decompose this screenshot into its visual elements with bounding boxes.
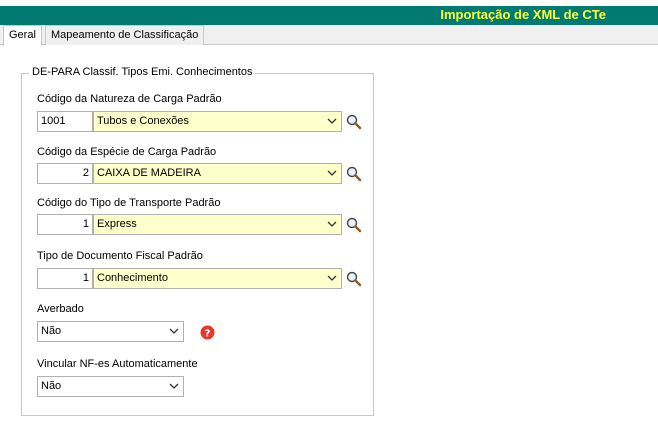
especie-combo-value: CAIXA DE MADEIRA (97, 167, 201, 179)
especie-code-input[interactable]: 2 (37, 163, 93, 184)
magnifier-icon[interactable] (345, 165, 362, 182)
chevron-down-icon[interactable] (327, 168, 337, 178)
tab-mapeamento-classificacao[interactable]: Mapeamento de Classificação (45, 25, 205, 45)
tab-content: DE-PARA Classif. Tipos Emi. Conhecimento… (0, 45, 658, 448)
chevron-down-icon[interactable] (169, 381, 179, 391)
natureza-code-input[interactable]: 1001 (37, 111, 93, 132)
tab-geral[interactable]: Geral (3, 25, 42, 46)
window-title: Importação de XML de CTe (440, 7, 606, 22)
transporte-label: Código do Tipo de Transporte Padrão (37, 197, 221, 209)
magnifier-icon[interactable] (345, 113, 362, 130)
magnifier-icon[interactable] (345, 216, 362, 233)
natureza-label: Código da Natureza de Carga Padrão (37, 93, 222, 105)
chevron-down-icon[interactable] (327, 219, 337, 229)
vincular-select-value: Não (41, 380, 62, 392)
group-legend: DE-PARA Classif. Tipos Emi. Conhecimento… (29, 66, 256, 78)
documento-label: Tipo de Documento Fiscal Padrão (37, 250, 203, 262)
vincular-label: Vincular NF-es Automaticamente (37, 358, 198, 370)
documento-combo[interactable]: Conhecimento (93, 268, 342, 289)
title-bar: Importação de XML de CTe (0, 6, 658, 25)
question-icon[interactable]: ? (200, 325, 215, 340)
transporte-code-input[interactable]: 1 (37, 214, 93, 235)
chevron-down-icon[interactable] (327, 273, 337, 283)
especie-label: Código da Espécie de Carga Padrão (37, 146, 217, 158)
averbado-select[interactable]: Não (37, 321, 184, 342)
averbado-label: Averbado (37, 303, 84, 315)
transporte-combo-value: Express (97, 218, 137, 230)
natureza-combo-value: Tubos e Conexões (97, 115, 189, 127)
transporte-combo[interactable]: Express (93, 214, 342, 235)
tab-bar: Geral Mapeamento de Classificação (0, 25, 658, 46)
especie-combo[interactable]: CAIXA DE MADEIRA (93, 163, 342, 184)
vincular-select[interactable]: Não (37, 376, 184, 397)
documento-code-input[interactable]: 1 (37, 268, 93, 289)
magnifier-icon[interactable] (345, 270, 362, 287)
averbado-select-value: Não (41, 325, 62, 337)
natureza-combo[interactable]: Tubos e Conexões (93, 111, 342, 132)
documento-combo-value: Conhecimento (97, 272, 168, 284)
svg-text:?: ? (205, 328, 211, 339)
chevron-down-icon[interactable] (169, 326, 179, 336)
chevron-down-icon[interactable] (327, 116, 337, 126)
